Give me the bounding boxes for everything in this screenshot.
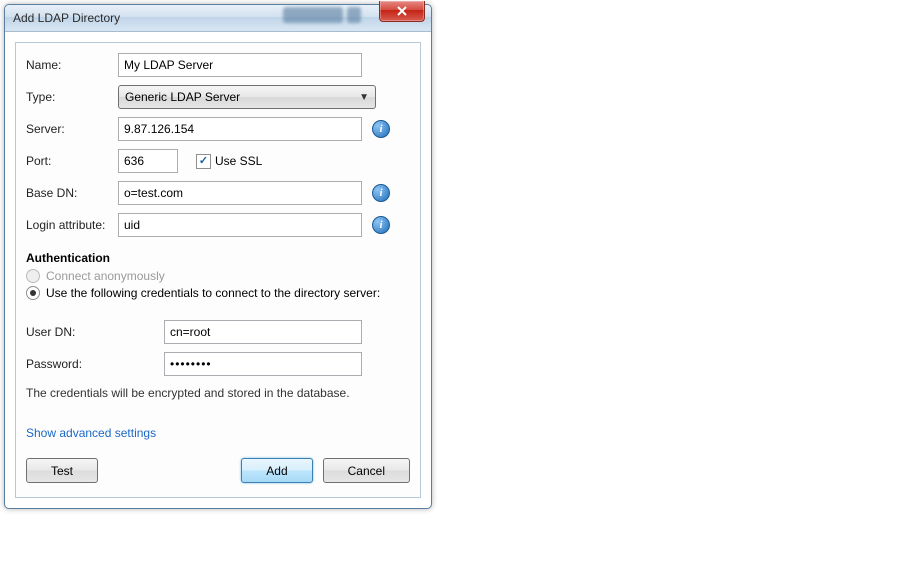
password-label: Password: — [26, 357, 164, 371]
basedn-label: Base DN: — [26, 186, 118, 200]
port-label: Port: — [26, 154, 118, 168]
name-input[interactable] — [118, 53, 362, 77]
cancel-button[interactable]: Cancel — [323, 458, 410, 483]
chevron-down-icon: ▼ — [359, 92, 369, 103]
loginattr-info-icon[interactable]: i — [372, 216, 390, 234]
use-creds-radio-row[interactable]: Use the following credentials to connect… — [26, 286, 410, 300]
server-label: Server: — [26, 122, 118, 136]
test-button[interactable]: Test — [26, 458, 98, 483]
titlebar[interactable]: Add LDAP Directory — [5, 5, 431, 32]
use-ssl-checkbox[interactable]: Use SSL — [196, 154, 262, 169]
window-title: Add LDAP Directory — [13, 11, 120, 25]
dialog-window: Add LDAP Directory Name: Type: Generic L… — [4, 4, 432, 509]
checkbox-icon — [196, 154, 211, 169]
type-select-value: Generic LDAP Server — [125, 90, 240, 104]
add-button[interactable]: Add — [241, 458, 312, 483]
titlebar-background-blur — [283, 7, 361, 23]
credentials-section: User DN: Password: — [26, 320, 410, 376]
server-input[interactable] — [118, 117, 362, 141]
show-advanced-link[interactable]: Show advanced settings — [26, 426, 156, 440]
use-creds-label: Use the following credentials to connect… — [46, 286, 380, 300]
use-ssl-label: Use SSL — [215, 154, 262, 168]
radio-icon — [26, 286, 40, 300]
loginattr-input[interactable] — [118, 213, 362, 237]
form-panel: Name: Type: Generic LDAP Server ▼ Server… — [15, 42, 421, 498]
auth-header: Authentication — [26, 251, 410, 265]
type-select[interactable]: Generic LDAP Server ▼ — [118, 85, 376, 109]
close-button[interactable] — [379, 1, 425, 22]
port-input[interactable] — [118, 149, 178, 173]
name-label: Name: — [26, 58, 118, 72]
password-input[interactable] — [164, 352, 362, 376]
close-icon — [397, 6, 407, 16]
dialog-content: Name: Type: Generic LDAP Server ▼ Server… — [5, 32, 431, 508]
userdn-label: User DN: — [26, 325, 164, 339]
userdn-input[interactable] — [164, 320, 362, 344]
connect-anon-radio-row[interactable]: Connect anonymously — [26, 269, 410, 283]
basedn-input[interactable] — [118, 181, 362, 205]
credentials-note: The credentials will be encrypted and st… — [26, 386, 410, 400]
button-bar: Test Add Cancel — [26, 458, 410, 483]
connect-anon-label: Connect anonymously — [46, 269, 165, 283]
loginattr-label: Login attribute: — [26, 218, 118, 232]
basedn-info-icon[interactable]: i — [372, 184, 390, 202]
type-label: Type: — [26, 90, 118, 104]
radio-icon — [26, 269, 40, 283]
server-info-icon[interactable]: i — [372, 120, 390, 138]
